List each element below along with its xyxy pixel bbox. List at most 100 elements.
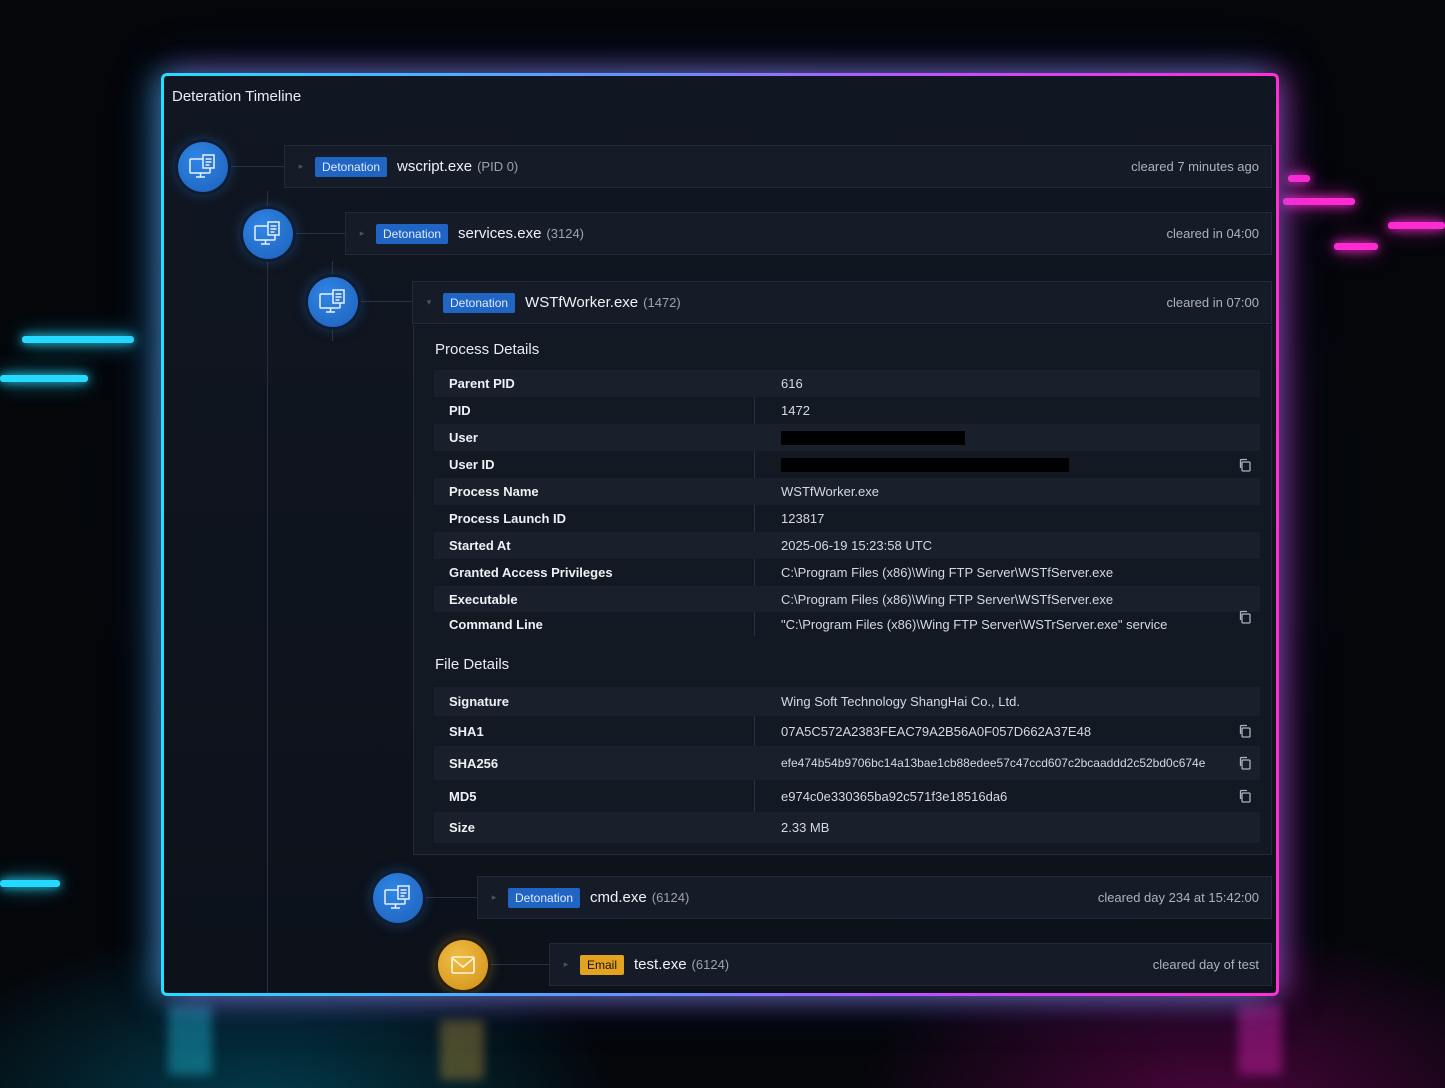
event-time: cleared day 234 at 15:42:00 [1097,890,1259,905]
detail-row: SHA256 efe474b54b9706bc14a13bae1cb88edee5… [434,746,1260,780]
process-details-title: Process Details [435,341,540,358]
detail-value: e974c0e330365ba92c571f3e18516da6 [781,788,1008,804]
timeline-row-wscript[interactable]: ▸ Detonation wscript.exe (PID 0) cleared… [284,145,1272,188]
process-name: cmd.exe [590,889,647,906]
detail-value: WSTfWorker.exe [781,484,880,499]
copy-icon[interactable] [1238,724,1252,738]
monitor-document-icon[interactable] [308,277,358,327]
chevron-right-icon[interactable]: ▸ [556,959,576,970]
neon-bar [1283,198,1355,205]
detail-row: PID 1472 [434,397,1260,424]
timeline-connector [359,301,412,302]
monitor-document-icon[interactable] [178,142,228,192]
detail-value: "C:\Program Files (x86)\Wing FTP Server\… [781,616,1168,632]
detail-value: 123817 [781,511,825,526]
neon-bar [0,880,60,887]
detail-key: Process Name [449,484,539,499]
detail-key: PID [449,403,471,418]
neon-bar [1388,222,1445,229]
detail-key: Parent PID [449,376,515,391]
detail-value: C:\Program Files (x86)\Wing FTP Server\W… [781,591,1114,607]
envelope-icon[interactable] [438,940,488,990]
file-details-title: File Details [435,656,510,673]
process-pid: (3124) [546,226,584,241]
detail-value: 616 [781,376,803,391]
event-time: cleared in 04:00 [1166,226,1259,241]
chevron-right-icon[interactable]: ▸ [352,228,372,239]
detail-row: Process Name WSTfWorker.exe [434,478,1260,505]
detail-row: SHA1 07A5C572A2383FEAC79A2B56A0F057D662A3… [434,716,1260,746]
chevron-right-icon[interactable]: ▸ [291,161,311,172]
detail-row: Signature Wing Soft Technology ShangHai C… [434,687,1260,716]
floor-reflection [168,1005,212,1075]
detail-key: Command Line [449,616,543,632]
detail-row: User [434,424,1260,451]
detail-value: 2.33 MB [781,820,830,835]
detail-row: Started At 2025-06-19 15:23:58 UTC [434,532,1260,559]
neon-bar [22,336,134,343]
timeline-connector [424,897,477,898]
timeline-connector [489,964,549,965]
process-name: services.exe [458,225,542,242]
detail-key: SHA1 [449,723,484,739]
redacted-value [781,458,1069,473]
detail-row: MD5 e974c0e330365ba92c571f3e18516da6 [434,780,1260,812]
event-type-badge: Detonation [443,292,516,313]
copy-icon[interactable] [1238,756,1252,770]
event-type-badge: Email [580,954,625,975]
detail-key: Signature [449,694,509,709]
detail-key: SHA256 [449,755,499,771]
process-pid: (6124) [691,957,730,972]
copy-icon[interactable] [1238,458,1252,472]
event-time: cleared 7 minutes ago [1131,159,1259,174]
process-pid: (6124) [651,890,690,905]
detail-value: Wing Soft Technology ShangHai Co., Ltd. [781,694,1020,709]
neon-bar [1288,175,1310,182]
detail-key: Executable [449,591,518,607]
copy-icon[interactable] [1238,610,1252,624]
detail-value: 2025-06-19 15:23:58 UTC [781,538,933,553]
copy-icon[interactable] [1238,789,1252,803]
detail-value [754,457,1260,473]
event-time: cleared day of test [1152,957,1259,972]
timeline-connector [229,166,284,167]
detail-row: Parent PID 616 [434,370,1260,397]
timeline-row-services[interactable]: ▸ Detonation services.exe (3124) cleared… [345,212,1272,255]
process-pid: (1472) [643,295,681,310]
event-type-badge: Detonation [376,223,449,244]
detail-row: Executable C:\Program Files (x86)\Wing FT… [434,586,1260,612]
detail-row: Command Line "C:\Program Files (x86)\Wing… [434,610,1260,636]
detail-value: efe474b54b9706bc14a13bae1cb88edee57c47cc… [781,756,1206,770]
process-details-table: Parent PID 616 PID 1472 User User ID Proce… [434,370,1260,636]
process-name: test.exe [634,956,687,973]
detail-row: Size 2.33 MB [434,812,1260,843]
detail-key: User ID [449,457,495,472]
process-name: WSTfWorker.exe [525,294,639,311]
detail-value: 1472 [781,403,810,418]
monitor-document-icon[interactable] [373,873,423,923]
neon-bar [1334,243,1378,250]
detail-key: MD5 [449,788,477,804]
timeline-row-cmd[interactable]: ▸ Detonation cmd.exe (6124) cleared day … [477,876,1272,919]
monitor-document-icon[interactable] [243,209,293,259]
detail-value: 07A5C572A2383FEAC79A2B56A0F057D662A37E48 [781,723,1092,739]
chevron-down-icon[interactable]: ▾ [419,297,439,308]
detail-key: User [449,430,478,445]
detail-key: Size [449,820,476,835]
timeline-row-test[interactable]: ▸ Email test.exe (6124) cleared day of t… [549,943,1272,986]
chevron-right-icon[interactable]: ▸ [484,892,504,903]
timeline-row-wstfworker[interactable]: ▾ Detonation WSTfWorker.exe (1472) clear… [412,281,1272,324]
timeline-connector [294,233,345,234]
event-type-badge: Detonation [508,887,581,908]
detail-row: Granted Access Privileges C:\Program File… [434,559,1260,586]
neon-bar [0,375,88,382]
detail-key: Started At [449,538,511,553]
timeline-connector [267,191,268,993]
event-type-badge: Detonation [315,156,388,177]
process-pid: (PID 0) [477,159,519,174]
panel-title: Deteration Timeline [172,88,302,105]
timeline-panel: Deteration Timeline ▸ Detonation wscript… [161,73,1279,996]
file-details-table: Signature Wing Soft Technology ShangHai C… [434,687,1260,843]
detail-row: Process Launch ID 123817 [434,505,1260,532]
detail-row: User ID [434,451,1260,478]
